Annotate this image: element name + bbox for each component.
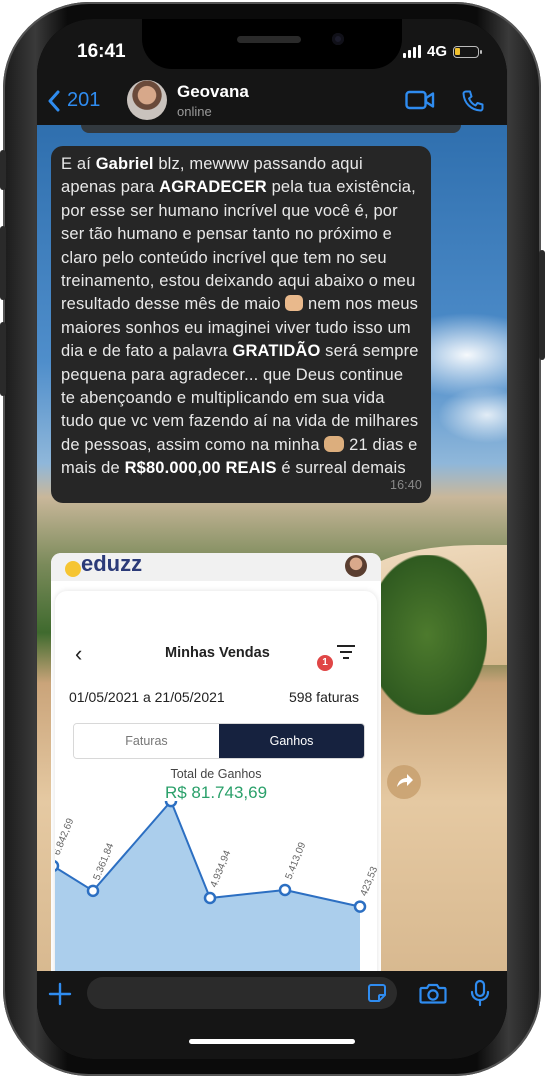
chat-area[interactable]: E aí Gabriel blz, mewww passando aqui ap… <box>37 125 507 974</box>
earnings-chart: 6.842,695.361,8410.694,74.934,945.413,09… <box>55 801 377 974</box>
eduzz-logo-icon <box>65 561 81 577</box>
chevron-left-icon <box>48 90 60 111</box>
chart-data-label: 4.934,94 <box>209 849 234 890</box>
message-bold-amount: R$80.000,00 REAIS <box>124 459 277 478</box>
chart-point <box>278 883 292 897</box>
signal-icon <box>402 45 421 58</box>
sales-screenshot-image[interactable]: eduzz ‹ Minhas Vendas 1 01/05/2021 a 21/… <box>51 553 381 974</box>
chart-point <box>353 900 367 913</box>
mute-switch <box>0 150 6 190</box>
raised-hands-emoji-icon <box>324 435 345 452</box>
plus-icon[interactable] <box>47 981 73 1007</box>
forward-button[interactable] <box>387 765 421 799</box>
earpiece-speaker <box>237 36 301 43</box>
previous-message-edge <box>81 125 461 133</box>
tabs-segment: Faturas Ganhos <box>73 723 365 759</box>
wallpaper-shrub <box>367 555 487 715</box>
battery-icon <box>453 45 482 58</box>
message-text: pela tua existência, por esse ser humano… <box>61 178 416 314</box>
power-button <box>539 250 545 360</box>
message-input[interactable] <box>87 977 397 1009</box>
message-bold-name: Gabriel <box>95 155 154 173</box>
message-text: E aí <box>61 155 96 173</box>
sales-card: ‹ Minhas Vendas 1 01/05/2021 a 21/05/202… <box>55 591 377 974</box>
total-label: Total de Ganhos <box>170 767 262 781</box>
sales-title: Minhas Vendas <box>165 645 270 661</box>
chat-header: 16:41 4G 201 Geovana online <box>37 19 507 125</box>
composer-bar <box>37 971 507 1059</box>
chart-point <box>86 884 100 898</box>
status-indicators: 4G <box>402 43 482 60</box>
date-range: 01/05/2021 a 21/05/2021 <box>69 689 225 705</box>
chart-point <box>203 891 217 905</box>
video-call-icon[interactable] <box>405 89 435 111</box>
camera-icon[interactable] <box>419 981 447 1005</box>
image-top-bar: eduzz <box>51 553 381 581</box>
contact-avatar[interactable] <box>127 80 167 120</box>
pointing-down-emoji-icon <box>285 295 304 312</box>
home-indicator <box>189 1039 355 1044</box>
eduzz-logo: eduzz <box>81 553 143 576</box>
chart-data-label: 6.842,69 <box>55 816 77 857</box>
notch <box>142 19 402 69</box>
unread-count: 201 <box>67 89 101 111</box>
front-camera <box>332 33 344 45</box>
chart-area <box>55 801 360 974</box>
volume-down-button <box>0 322 6 396</box>
message-bold-gratidao: GRATIDÃO <box>232 342 321 361</box>
filter-badge: 1 <box>317 655 333 671</box>
screen: 16:41 4G 201 Geovana online E aí Gabriel… <box>37 19 507 1059</box>
filter-icon <box>337 645 355 659</box>
total-value: R$ 81.743,69 <box>164 783 268 802</box>
forward-arrow-icon <box>397 774 413 787</box>
volume-up-button <box>0 226 6 300</box>
tab-faturas: Faturas <box>74 724 219 758</box>
message-time: 16:40 <box>389 478 422 493</box>
tab-ganhos: Ganhos <box>219 724 364 758</box>
contact-name[interactable]: Geovana <box>177 82 249 102</box>
back-button[interactable]: 201 <box>47 89 100 112</box>
message-bubble[interactable]: E aí Gabriel blz, mewww passando aqui ap… <box>51 146 431 503</box>
image-avatar <box>345 555 367 577</box>
sticker-icon[interactable] <box>367 983 387 1003</box>
phone-call-icon[interactable] <box>461 89 485 113</box>
chart-data-label: 423,53 <box>359 865 377 898</box>
chart-point <box>164 801 178 808</box>
status-time: 16:41 <box>77 41 126 62</box>
contact-presence: online <box>177 104 212 119</box>
network-type: 4G <box>426 43 447 60</box>
message-text: é surreal demais <box>276 459 406 478</box>
message-bold-agradecer: AGRADECER <box>159 178 267 197</box>
chart-point <box>55 859 60 872</box>
chart-data-label: 5.413,09 <box>284 840 309 881</box>
header-actions <box>405 89 485 113</box>
invoice-count: 598 faturas <box>288 689 359 705</box>
microphone-icon[interactable] <box>469 979 491 1007</box>
image-back-arrow-icon: ‹ <box>75 641 83 666</box>
